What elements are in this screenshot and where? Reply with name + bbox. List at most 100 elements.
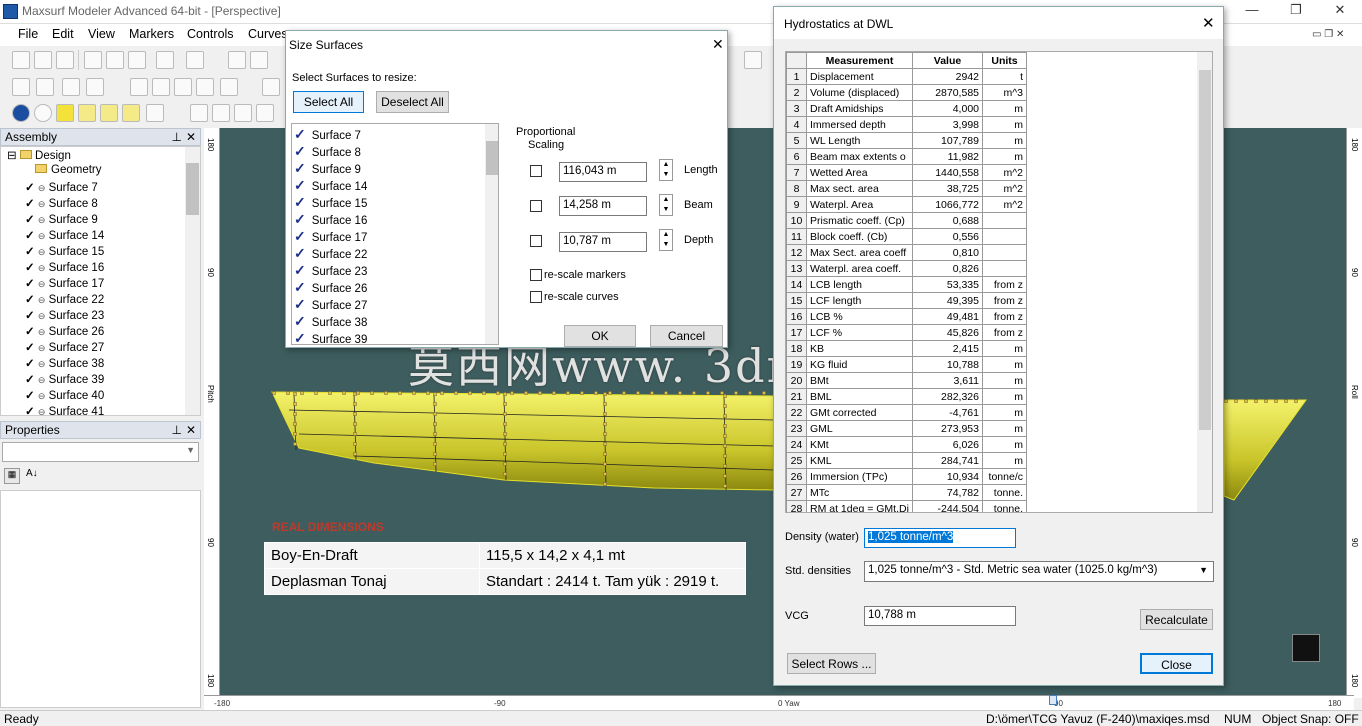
tree-surface-item[interactable]: ✓ ⊖ Surface 39 <box>25 372 104 388</box>
hull-marker[interactable] <box>293 412 297 416</box>
list-item[interactable]: ✓ Surface 23 <box>294 262 367 279</box>
tree-scroll-thumb[interactable] <box>186 163 199 215</box>
circle-tool-icon[interactable] <box>196 78 214 96</box>
density-input[interactable]: 1,025 tonne/m^3 <box>864 528 1016 548</box>
surface-scrollbar[interactable] <box>485 124 498 344</box>
hull-marker[interactable] <box>300 391 304 395</box>
hull-marker[interactable] <box>603 412 607 416</box>
table-row[interactable]: 3 Draft Amidships 4,000 m <box>786 100 1027 117</box>
measure-icon[interactable] <box>262 78 280 96</box>
hull-marker[interactable] <box>342 391 346 395</box>
hull-marker[interactable] <box>503 462 507 466</box>
node-icon[interactable] <box>152 78 170 96</box>
surface-list[interactable]: ✓ Surface 7 ✓ Surface 8 ✓ Surface 9 ✓ Surface 1… <box>291 123 499 345</box>
close-icon[interactable]: ✕ <box>1320 2 1360 22</box>
hull-marker[interactable] <box>353 392 357 396</box>
hull-marker[interactable] <box>353 452 357 456</box>
hull-marker[interactable] <box>603 422 607 426</box>
section-4-icon[interactable] <box>256 104 274 122</box>
light-right-icon[interactable] <box>122 104 140 122</box>
checkmark-icon[interactable]: ✓ <box>25 230 35 242</box>
hull-marker[interactable] <box>503 412 507 416</box>
table-row[interactable]: 15 LCF length 49,395 from z <box>786 292 1027 309</box>
vcg-input[interactable]: 10,788 m <box>864 606 1016 626</box>
table-row[interactable]: 14 LCB length 53,335 from z <box>786 276 1027 293</box>
tree-scrollbar[interactable] <box>185 147 200 415</box>
list-item[interactable]: ✓ Surface 22 <box>294 245 367 262</box>
depth-input[interactable]: 10,787 m <box>559 232 647 252</box>
checkmark-icon[interactable]: ✓ <box>294 330 306 344</box>
hull-marker[interactable] <box>433 412 437 416</box>
tree-surface-item[interactable]: ✓ ⊖ Surface 41 <box>25 404 104 415</box>
table-row[interactable]: 19 KG fluid 10,788 m <box>786 356 1027 373</box>
section-3-icon[interactable] <box>234 104 252 122</box>
table-row[interactable]: 11 Block coeff. (Cb) 0,556 <box>786 228 1027 245</box>
checkmark-icon[interactable]: ✓ <box>25 214 35 226</box>
tree-geometry[interactable]: Geometry <box>25 164 104 180</box>
tree-surface-item[interactable]: ✓ ⊖ Surface 7 <box>25 180 104 196</box>
mdi-controls[interactable]: ▭ ❐ ✕ <box>1312 29 1344 40</box>
open-icon[interactable] <box>34 51 52 69</box>
table-row[interactable]: 5 WL Length 107,789 m <box>786 132 1027 149</box>
checkmark-icon[interactable]: ✓ <box>25 294 35 306</box>
sort-az-icon[interactable]: A↓ <box>26 468 42 484</box>
table-row[interactable]: 4 Immersed depth 3,998 m <box>786 116 1027 133</box>
hull-marker[interactable] <box>603 442 607 446</box>
hull-marker[interactable] <box>293 402 297 406</box>
save-icon[interactable] <box>56 51 74 69</box>
checkmark-icon[interactable]: ✓ <box>25 390 35 402</box>
depth-checkbox[interactable] <box>530 235 542 247</box>
hull-marker[interactable] <box>1264 399 1268 403</box>
table-row[interactable]: 8 Max sect. area 38,725 m^2 <box>786 180 1027 197</box>
menu-edit[interactable]: Edit <box>52 27 74 41</box>
checkmark-icon[interactable]: ✓ <box>294 160 306 176</box>
table-row[interactable]: 26 Immersion (TPc) 10,934 tonne/c <box>786 468 1027 485</box>
table-row[interactable]: 16 LCB % 49,481 from z <box>786 308 1027 325</box>
hull-marker[interactable] <box>433 452 437 456</box>
tree-surface-item[interactable]: ✓ ⊖ Surface 17 <box>25 276 104 292</box>
list-item[interactable]: ✓ Surface 38 <box>294 313 367 330</box>
list-item[interactable]: ✓ Surface 9 <box>294 160 367 177</box>
hydro-scrollbar[interactable] <box>1197 52 1212 512</box>
hull-marker[interactable] <box>314 391 318 395</box>
rescale-markers-checkbox[interactable] <box>530 269 542 281</box>
hull-marker[interactable] <box>1244 399 1248 403</box>
checkmark-icon[interactable]: ✓ <box>294 296 306 312</box>
tree-root[interactable]: ⊟ Design <box>7 148 71 164</box>
list-item[interactable]: ✓ Surface 39 <box>294 330 367 344</box>
hull-marker[interactable] <box>1284 399 1288 403</box>
table-row[interactable]: 21 BML 282,326 m <box>786 388 1027 405</box>
tree-surface-item[interactable]: ✓ ⊖ Surface 15 <box>25 244 104 260</box>
undo-icon[interactable] <box>228 51 246 69</box>
hydrostatics-grid[interactable]: Measurement Value Units 1 Displacement 294… <box>785 51 1213 513</box>
hull-marker[interactable] <box>293 432 297 436</box>
hull-marker[interactable] <box>723 444 727 448</box>
tree-surface-item[interactable]: ✓ ⊖ Surface 14 <box>25 228 104 244</box>
wire-render-icon[interactable] <box>34 104 52 122</box>
select-region-icon[interactable] <box>744 51 762 69</box>
list-item[interactable]: ✓ Surface 26 <box>294 279 367 296</box>
close-button[interactable]: Close <box>1140 653 1213 674</box>
checkmark-icon[interactable]: ✓ <box>25 358 35 370</box>
new-icon[interactable] <box>12 51 30 69</box>
properties-dropdown[interactable]: ▼ <box>2 442 199 462</box>
units-header[interactable]: Units <box>982 52 1027 69</box>
hull-marker[interactable] <box>723 434 727 438</box>
hull-marker[interactable] <box>272 391 276 395</box>
list-item[interactable]: ✓ Surface 15 <box>294 194 367 211</box>
list-item[interactable]: ✓ Surface 7 <box>294 126 367 143</box>
hull-marker[interactable] <box>1254 399 1258 403</box>
checkmark-icon[interactable]: ✓ <box>25 406 35 415</box>
checkmark-icon[interactable]: ✓ <box>25 310 35 322</box>
table-row[interactable]: 12 Max Sect. area coeff 0,810 <box>786 244 1027 261</box>
tree-surface-item[interactable]: ✓ ⊖ Surface 8 <box>25 196 104 212</box>
hull-marker[interactable] <box>503 432 507 436</box>
select-rows-button[interactable]: Select Rows ... <box>787 653 876 674</box>
checkmark-icon[interactable]: ✓ <box>294 228 306 244</box>
hull-marker[interactable] <box>398 391 402 395</box>
hull-marker[interactable] <box>723 464 727 468</box>
table-row[interactable]: 10 Prismatic coeff. (Cp) 0,688 <box>786 212 1027 229</box>
redo-icon[interactable] <box>250 51 268 69</box>
hull-marker[interactable] <box>1224 399 1228 403</box>
curve-icon[interactable] <box>130 78 148 96</box>
